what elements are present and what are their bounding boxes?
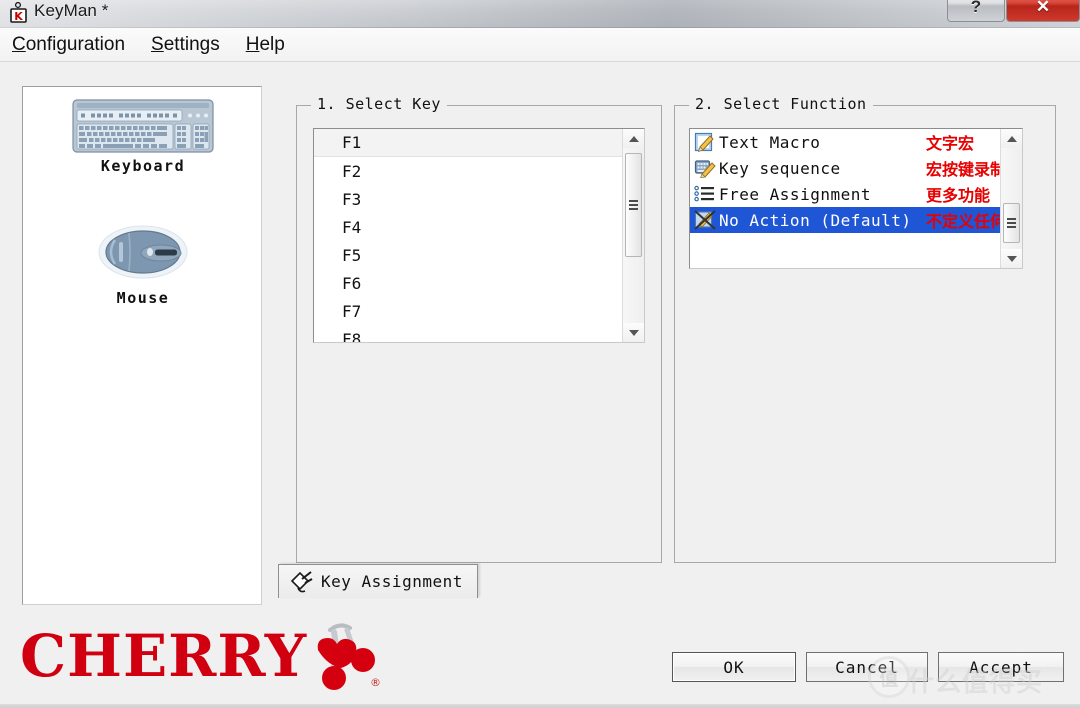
ok-button[interactable]: OK xyxy=(672,652,796,682)
menu-help[interactable]: Help xyxy=(246,34,285,56)
list-item[interactable]: F2 xyxy=(314,157,622,185)
function-list[interactable]: Text Macro 文字宏 Key sequence 宏按键录制 Free A… xyxy=(689,128,1023,269)
function-list-items: Text Macro 文字宏 Key sequence 宏按键录制 Free A… xyxy=(690,129,1000,268)
bullet-list-icon xyxy=(694,185,714,202)
scrollbar-grip-icon xyxy=(1007,216,1016,230)
keyman-window: K KeyMan * ? ✕ Configuration Settings He… xyxy=(0,0,1080,708)
group-title-select-key: 1. Select Key xyxy=(311,95,447,113)
device-panel: Keyboard Mouse xyxy=(22,86,262,605)
scrollbar-thumb[interactable] xyxy=(625,153,642,257)
cherry-logo: CHERRY ® xyxy=(20,622,381,690)
key-list-scrollbar[interactable] xyxy=(622,129,644,342)
mouse-icon xyxy=(98,225,188,279)
scroll-up-arrow-icon[interactable] xyxy=(1001,129,1022,148)
device-label-keyboard: Keyboard xyxy=(100,157,186,175)
list-item[interactable]: No Action (Default) 不定义任何功能 xyxy=(690,207,1000,233)
scrollbar-grip-icon xyxy=(629,198,638,212)
tab-label: Key Assignment xyxy=(321,572,463,591)
window-title: KeyMan * xyxy=(34,1,109,20)
list-item[interactable]: F7 xyxy=(314,297,622,325)
pencil-note-icon xyxy=(694,132,714,152)
device-label-mouse: Mouse xyxy=(116,289,170,307)
key-list-items: F1 F2 F3 F4 F5 F6 F7 F8 xyxy=(314,129,622,342)
window-bottom-edge xyxy=(0,704,1080,708)
function-annotation: 文字宏 xyxy=(926,134,975,153)
scrollbar-thumb[interactable] xyxy=(1003,203,1020,243)
function-label: Free Assignment xyxy=(719,184,871,204)
key-list[interactable]: F1 F2 F3 F4 F5 F6 F7 F8 xyxy=(313,128,645,343)
keyman-app-icon: K xyxy=(10,2,27,23)
scroll-down-arrow-icon[interactable] xyxy=(1001,249,1022,268)
keyboard-pencil-icon xyxy=(694,160,716,178)
tab-key-assignment[interactable]: Key Assignment xyxy=(278,564,478,598)
svg-text:K: K xyxy=(14,10,23,23)
key-assignment-icon xyxy=(290,570,313,592)
function-annotation: 更多功能 xyxy=(926,186,991,205)
tab-strip: Key Assignment xyxy=(278,564,1056,600)
list-item[interactable]: F8 xyxy=(314,325,622,343)
group-title-select-function: 2. Select Function xyxy=(689,95,873,113)
device-item-mouse[interactable]: Mouse xyxy=(23,219,263,307)
window-controls: ? ✕ xyxy=(947,0,1080,22)
function-label: No Action (Default) xyxy=(719,210,912,230)
brand-wordmark: CHERRY xyxy=(20,622,307,690)
help-button[interactable]: ? xyxy=(947,0,1005,22)
keyboard-icon xyxy=(72,99,214,153)
list-item[interactable]: Free Assignment 更多功能 xyxy=(690,181,1000,207)
list-item[interactable]: F5 xyxy=(314,241,622,269)
list-item[interactable]: F3 xyxy=(314,185,622,213)
function-label: Text Macro xyxy=(719,132,821,152)
list-item[interactable]: Text Macro 文字宏 xyxy=(690,129,1000,155)
menu-bar: Configuration Settings Help xyxy=(0,28,1080,62)
cancel-button[interactable]: Cancel xyxy=(806,652,928,682)
function-label: Key sequence xyxy=(719,158,841,178)
group-select-key: 1. Select Key F1 F2 F3 F4 F5 F6 F7 F8 xyxy=(296,95,662,563)
titlebar-gloss xyxy=(0,0,1080,28)
scroll-up-arrow-icon[interactable] xyxy=(623,129,644,148)
list-item[interactable]: F6 xyxy=(314,269,622,297)
no-action-icon xyxy=(694,210,716,230)
registered-mark: ® xyxy=(370,676,381,689)
menu-configuration[interactable]: Configuration xyxy=(12,34,125,56)
close-button[interactable]: ✕ xyxy=(1006,0,1080,22)
function-list-scrollbar[interactable] xyxy=(1000,129,1022,268)
function-annotation: 不定义任何功能 xyxy=(926,212,1000,231)
group-select-function: 2. Select Function Text Macro 文字宏 Key se… xyxy=(674,95,1056,563)
device-item-keyboard[interactable]: Keyboard xyxy=(23,99,263,175)
menu-settings[interactable]: Settings xyxy=(151,34,220,56)
accept-button[interactable]: Accept xyxy=(938,652,1064,682)
title-bar: K KeyMan * ? ✕ xyxy=(0,0,1080,28)
scroll-down-arrow-icon[interactable] xyxy=(623,323,644,342)
function-annotation: 宏按键录制 xyxy=(926,160,1000,179)
list-item[interactable]: Key sequence 宏按键录制 xyxy=(690,155,1000,181)
list-item[interactable]: F4 xyxy=(314,213,622,241)
list-item[interactable]: F1 xyxy=(314,129,622,157)
